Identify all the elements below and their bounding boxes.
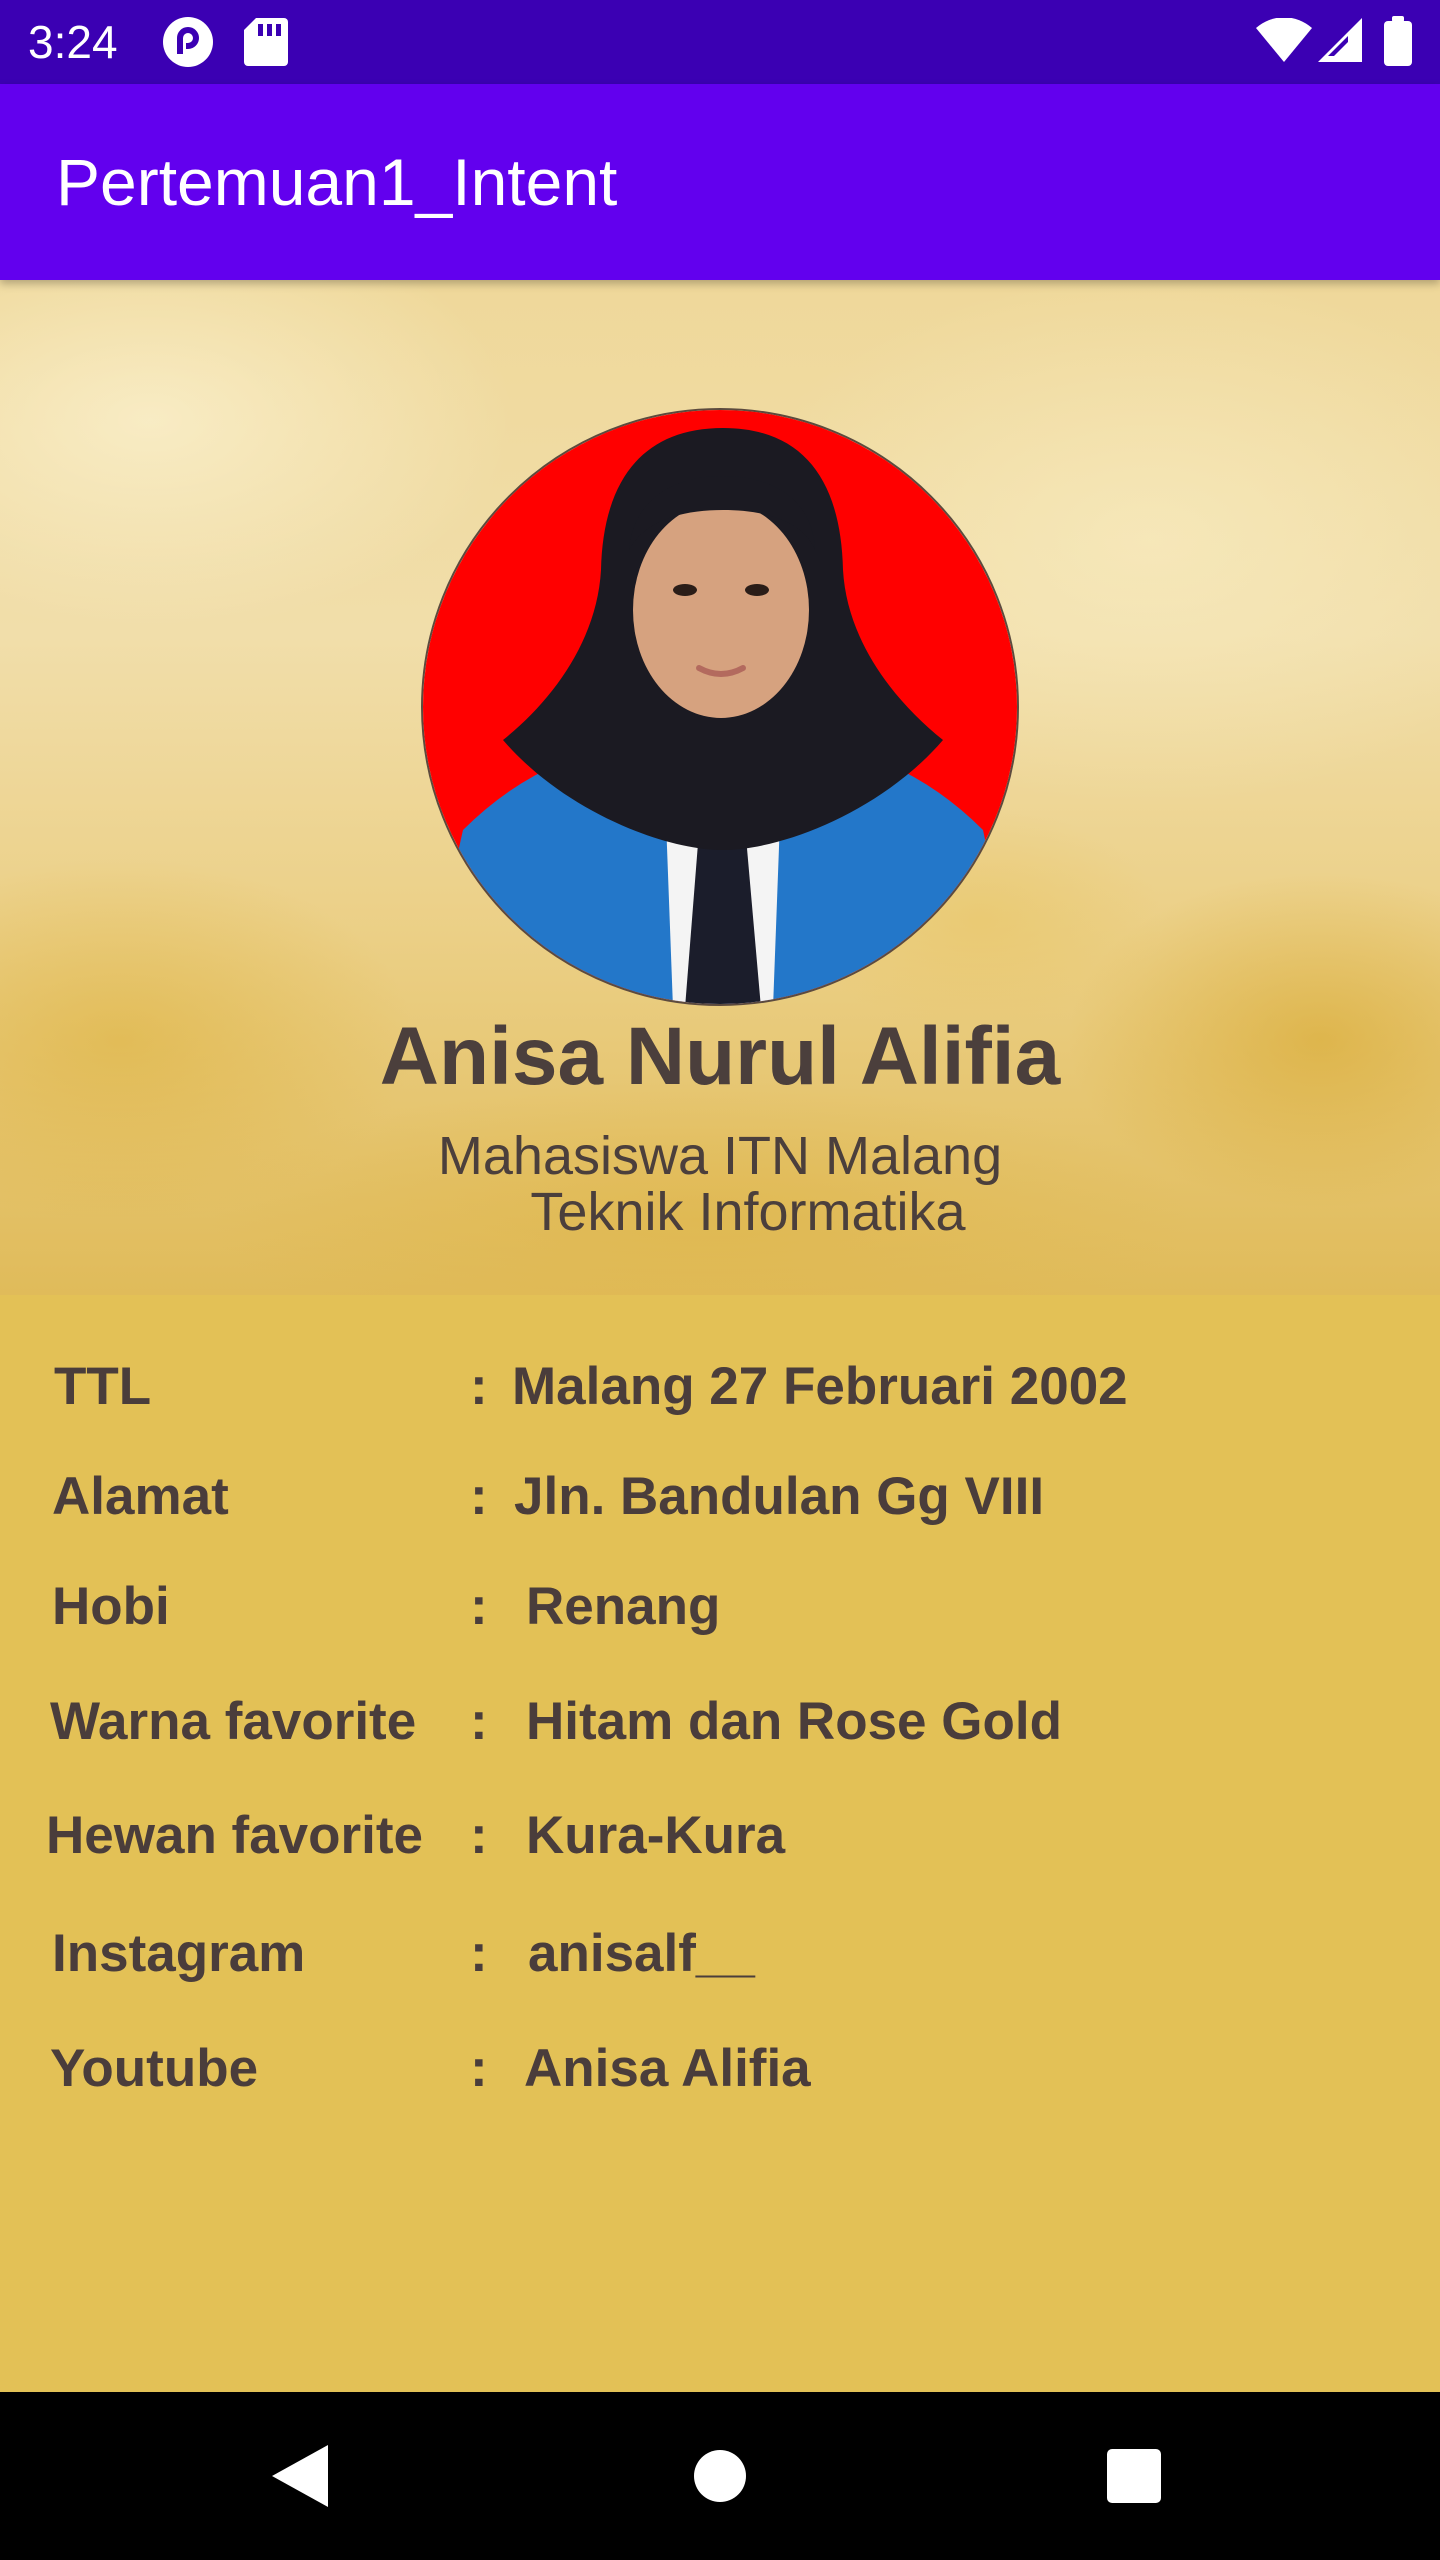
detail-label: Alamat <box>52 1467 229 1526</box>
pocket-casts-icon <box>162 16 214 73</box>
detail-colon: : <box>470 1577 488 1636</box>
profile-subtitle-line2: Teknik Informatika <box>530 1182 966 1242</box>
back-icon <box>272 2445 328 2507</box>
detail-label: TTL <box>54 1357 152 1416</box>
profile-name: Anisa Nurul Alifia <box>379 1011 1061 1102</box>
detail-row-hewan-favorite: Hewan favorite : Kura-Kura <box>0 1796 1440 1876</box>
detail-row-alamat: Alamat : Jln. Bandulan Gg VIII <box>0 1457 1440 1537</box>
detail-row-warna-favorite: Warna favorite : Hitam dan Rose Gold <box>0 1682 1440 1762</box>
detail-colon: : <box>470 1806 488 1865</box>
detail-value: Anisa Alifia <box>524 2039 811 2098</box>
detail-row-youtube: Youtube : Anisa Alifia <box>0 2029 1440 2109</box>
details-panel: TTL : Malang 27 Februari 2002 Alamat : J… <box>0 1295 1440 2392</box>
wifi-icon <box>1256 17 1312 67</box>
sd-card-icon <box>244 16 288 73</box>
app-bar: Pertemuan1_Intent <box>0 84 1440 280</box>
detail-label: Instagram <box>52 1924 306 1983</box>
profile-subtitle: Mahasiswa ITN Malang Teknik Informatika <box>0 1128 1440 1240</box>
detail-row-hobi: Hobi : Renang <box>0 1567 1440 1647</box>
profile-subtitle-line1: Mahasiswa ITN Malang <box>437 1126 1003 1186</box>
detail-row-ttl: TTL : Malang 27 Februari 2002 <box>0 1347 1440 1427</box>
app-title: Pertemuan1_Intent <box>56 145 618 219</box>
detail-colon: : <box>470 1357 488 1416</box>
detail-row-instagram: Instagram : anisalf__ <box>0 1914 1440 1994</box>
profile-header: Anisa Nurul Alifia Mahasiswa ITN Malang … <box>0 280 1440 1295</box>
detail-colon: : <box>470 2039 488 2098</box>
detail-value: Hitam dan Rose Gold <box>526 1692 1062 1751</box>
detail-label: Hobi <box>52 1577 170 1636</box>
signal-icon <box>1318 18 1362 67</box>
detail-label: Youtube <box>50 2039 259 2098</box>
home-button[interactable] <box>636 2392 804 2560</box>
detail-value: Malang 27 Februari 2002 <box>512 1357 1128 1416</box>
status-time: 3:24 <box>28 16 118 68</box>
detail-label: Hewan favorite <box>46 1806 424 1865</box>
battery-icon <box>1384 16 1412 71</box>
detail-value: anisalf__ <box>528 1924 755 1983</box>
home-icon <box>694 2450 746 2502</box>
system-nav-bar <box>0 2392 1440 2560</box>
detail-colon: : <box>470 1692 488 1751</box>
status-bar: 3:24 <box>0 0 1440 84</box>
detail-label: Warna favorite <box>50 1692 417 1751</box>
detail-colon: : <box>470 1924 488 1983</box>
detail-colon: : <box>470 1467 488 1526</box>
profile-photo <box>421 408 1019 1006</box>
detail-value: Jln. Bandulan Gg VIII <box>514 1467 1045 1526</box>
recents-button[interactable] <box>1050 2392 1218 2560</box>
back-button[interactable] <box>216 2392 384 2560</box>
detail-value: Kura-Kura <box>526 1806 786 1865</box>
recents-icon <box>1107 2449 1161 2503</box>
detail-value: Renang <box>526 1577 721 1636</box>
